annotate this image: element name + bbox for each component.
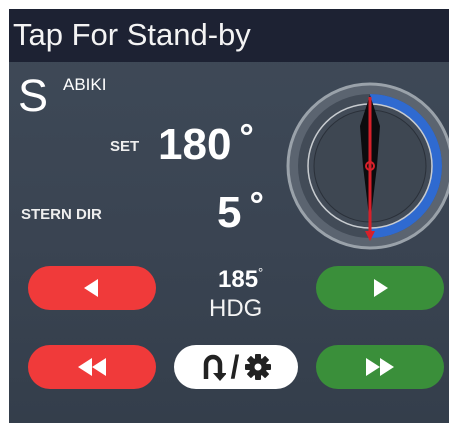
port-fast-button[interactable] (28, 345, 156, 389)
stern-value: 5 (217, 188, 242, 237)
port-button[interactable] (28, 266, 156, 310)
gear-icon (245, 354, 272, 380)
stern-dir-label: STERN DIR (21, 206, 102, 223)
starboard-button[interactable] (316, 266, 444, 310)
set-value: 180 (158, 120, 232, 169)
heading-value-display: 185° (218, 265, 263, 294)
double-arrow-right-icon (366, 358, 394, 376)
turn-settings-button[interactable]: / (174, 345, 298, 389)
heading-unit: ° (258, 265, 264, 280)
starboard-fast-button[interactable] (316, 345, 444, 389)
slash-separator: / (230, 349, 240, 385)
standby-title-bar[interactable]: Tap For Stand-by (9, 9, 449, 62)
u-turn-icon (203, 354, 226, 381)
autopilot-screen: Tap For Stand-by S ABIKI SET 180 ° STERN … (9, 9, 449, 423)
triangle-left-icon (84, 279, 98, 297)
standby-title: Tap For Stand-by (13, 17, 251, 52)
mode-letter: S (18, 70, 49, 121)
set-value-display[interactable]: 180 ° (158, 113, 254, 169)
triangle-right-icon (374, 279, 388, 297)
set-label: SET (110, 138, 140, 155)
double-arrow-left-icon (78, 358, 106, 376)
heading-value: 185 (218, 266, 259, 293)
set-unit: ° (239, 116, 254, 157)
compass-dial (286, 82, 449, 250)
stern-value-display[interactable]: 5 ° (217, 181, 264, 237)
stern-unit: ° (249, 184, 264, 225)
mode-name: ABIKI (63, 75, 107, 94)
heading-label: HDG (209, 295, 263, 322)
